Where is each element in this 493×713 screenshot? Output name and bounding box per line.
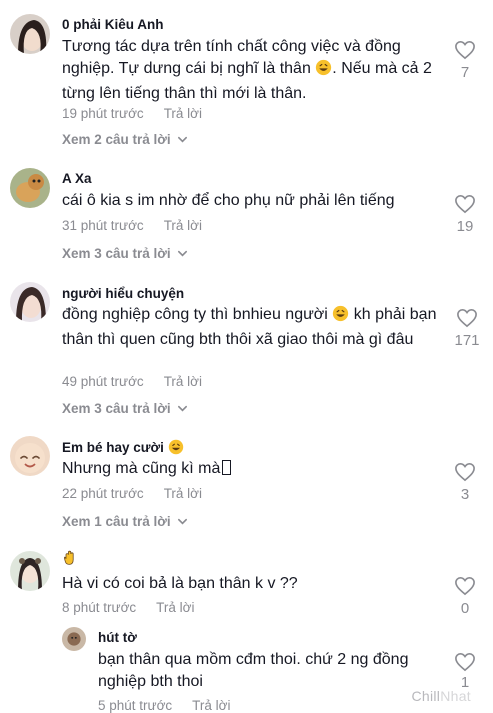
- missing-glyph-icon: [222, 460, 232, 475]
- comment-meta: 8 phút trước Trả lời: [62, 600, 195, 615]
- comment-text: đồng nghiệp công ty thì bnhieu người kh …: [62, 305, 437, 348]
- heart-outline-icon: [457, 308, 477, 328]
- view-replies-button[interactable]: Xem 3 câu trả lời: [62, 401, 188, 416]
- avatar[interactable]: [62, 627, 86, 651]
- hand-emoji: [62, 550, 78, 569]
- like-button[interactable]: 171: [449, 308, 485, 349]
- grinning-sweat-emoji: [315, 59, 332, 83]
- view-replies-button[interactable]: Xem 3 câu trả lời: [62, 246, 188, 261]
- avatar[interactable]: [10, 14, 50, 54]
- like-button[interactable]: 1: [451, 652, 479, 691]
- comment-meta: 31 phút trước Trả lời: [62, 218, 202, 233]
- view-replies-button[interactable]: Xem 1 câu trả lời: [62, 514, 188, 529]
- like-button[interactable]: 7: [451, 40, 479, 81]
- avatar[interactable]: [10, 168, 50, 208]
- comment-meta: 19 phút trước Trả lời: [62, 106, 202, 121]
- username[interactable]: hút tờ: [98, 630, 137, 645]
- comment-text: Tương tác dựa trên tính chất công việc v…: [62, 38, 432, 102]
- watermark: ChillNhat: [411, 688, 471, 704]
- timestamp: 49 phút trước: [62, 374, 144, 389]
- like-button[interactable]: 3: [451, 462, 479, 503]
- timestamp: 8 phút trước: [62, 600, 137, 615]
- reply-button[interactable]: Trả lời: [164, 374, 202, 389]
- reply-button[interactable]: Trả lời: [156, 600, 194, 615]
- view-replies-button[interactable]: Xem 2 câu trả lời: [62, 132, 188, 147]
- username[interactable]: A Xa: [62, 171, 92, 186]
- like-count: 0: [460, 600, 470, 617]
- chevron-down-icon: [177, 136, 187, 143]
- avatar[interactable]: [10, 551, 50, 591]
- grinning-sweat-emoji: [168, 439, 184, 458]
- like-count: 171: [454, 332, 480, 349]
- like-count: 3: [460, 486, 470, 503]
- heart-outline-icon: [455, 462, 475, 482]
- grinning-sweat-emoji: [332, 305, 349, 329]
- like-count: 19: [456, 218, 474, 235]
- heart-outline-icon: [455, 194, 475, 214]
- username[interactable]: Em bé hay cười: [62, 439, 184, 458]
- comment-meta: 22 phút trước Trả lời: [62, 486, 202, 501]
- timestamp: 31 phút trước: [62, 218, 144, 233]
- heart-outline-icon: [455, 40, 475, 60]
- reply-button[interactable]: Trả lời: [164, 218, 202, 233]
- comment-text: Nhưng mà cũng kì mà: [62, 458, 442, 480]
- timestamp: 22 phút trước: [62, 486, 144, 501]
- heart-outline-icon: [455, 652, 475, 672]
- like-button[interactable]: 19: [451, 194, 479, 235]
- comment-meta: 49 phút trước Trả lời: [62, 374, 202, 389]
- timestamp: 5 phút trước: [98, 698, 173, 713]
- reply-button[interactable]: Trả lời: [164, 486, 202, 501]
- comment-text: cái ô kia s im nhờ để cho phụ nữ phải lê…: [62, 192, 395, 209]
- like-count: 7: [460, 64, 470, 81]
- chevron-down-icon: [177, 405, 187, 412]
- avatar[interactable]: [10, 436, 50, 476]
- username[interactable]: người hiểu chuyện: [62, 286, 184, 301]
- like-button[interactable]: 0: [451, 576, 479, 617]
- username[interactable]: [62, 550, 78, 569]
- comment-meta: 5 phút trước Trả lời: [98, 698, 231, 713]
- chevron-down-icon: [177, 518, 187, 525]
- comment-text: bạn thân qua mồm cđm thoi. chứ 2 ng đồng…: [98, 651, 409, 690]
- heart-outline-icon: [455, 576, 475, 596]
- timestamp: 19 phút trước: [62, 106, 144, 121]
- reply-button[interactable]: Trả lời: [192, 698, 230, 713]
- avatar[interactable]: [10, 282, 50, 322]
- comment-text: Hà vi có coi bả là bạn thân k v ??: [62, 575, 298, 592]
- chevron-down-icon: [177, 250, 187, 257]
- reply-button[interactable]: Trả lời: [164, 106, 202, 121]
- username[interactable]: 0 phải Kiêu Anh: [62, 17, 164, 32]
